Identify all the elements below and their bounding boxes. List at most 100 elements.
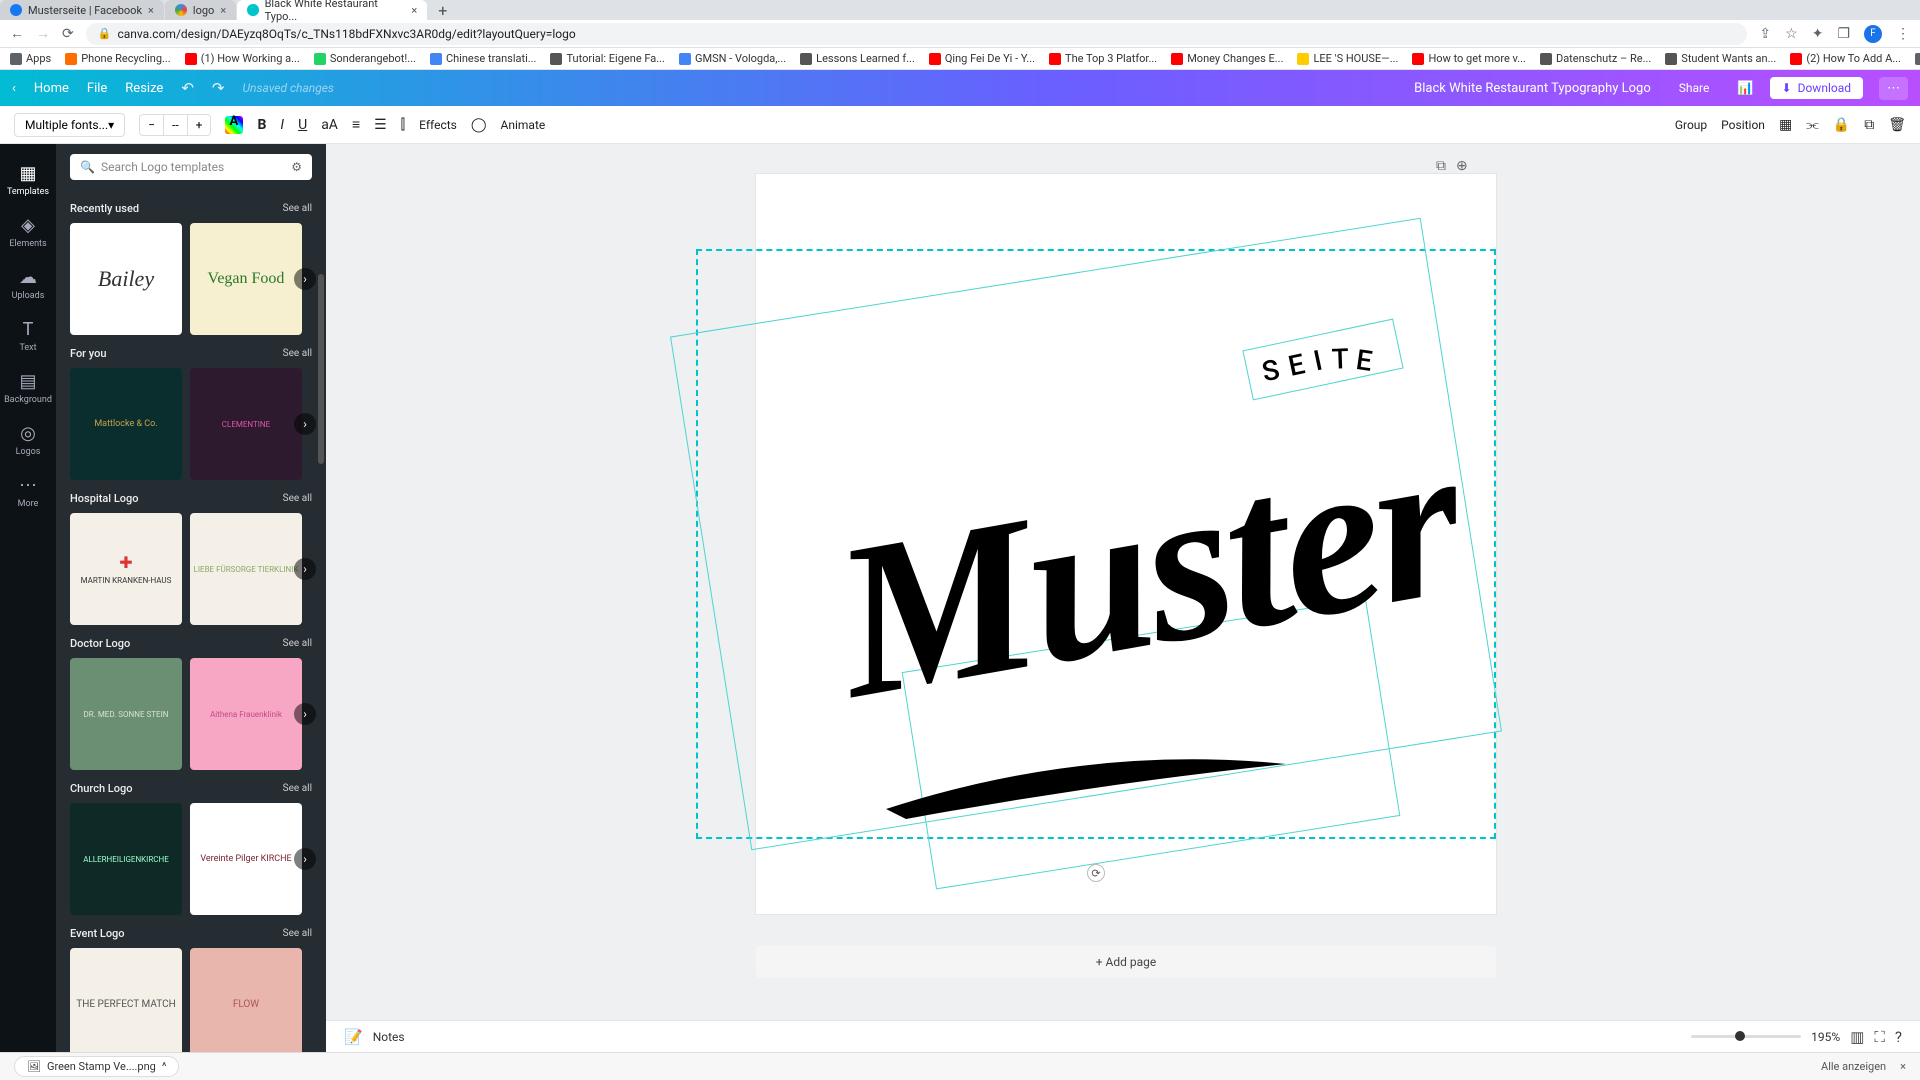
bookmark-item[interactable]: How to get more v...: [1412, 52, 1526, 65]
share-button[interactable]: Share: [1667, 77, 1722, 99]
animate-button[interactable]: Animate: [501, 118, 546, 132]
browser-tab[interactable]: logo ×: [165, 0, 236, 20]
add-page-icon[interactable]: ⊕: [1456, 158, 1468, 174]
new-tab-button[interactable]: +: [428, 1, 457, 20]
font-family-select[interactable]: Multiple fonts... ▾: [14, 113, 125, 137]
template-card[interactable]: Aithena Frauenklinik: [190, 658, 302, 770]
resize-menu[interactable]: Resize: [125, 81, 163, 96]
insights-icon[interactable]: 📊: [1737, 81, 1753, 96]
lock-icon[interactable]: 🔒: [1833, 117, 1850, 133]
group-button[interactable]: Group: [1675, 118, 1707, 132]
bookmark-item[interactable]: Leseliste: [1915, 52, 1920, 65]
notes-icon[interactable]: 📝: [344, 1028, 363, 1046]
alignment-button[interactable]: ≡: [352, 116, 360, 133]
downloaded-file[interactable]: 🖼 Green Stamp Ve....png ^: [14, 1056, 179, 1077]
bookmark-item[interactable]: LEE 'S HOUSE—...: [1297, 52, 1398, 65]
bookmark-item[interactable]: Student Wants an...: [1665, 52, 1776, 65]
effects-button[interactable]: Effects: [419, 118, 457, 132]
chevron-up-icon[interactable]: ^: [162, 1060, 167, 1073]
see-all-link[interactable]: See all: [283, 638, 312, 649]
document-title[interactable]: Black White Restaurant Typography Logo: [1414, 81, 1651, 96]
bookmark-item[interactable]: Chinese translati...: [430, 52, 537, 65]
bold-button[interactable]: B: [257, 117, 266, 133]
template-card[interactable]: Vegan Food: [190, 223, 302, 335]
swoosh-underline[interactable]: [876, 754, 1296, 824]
italic-button[interactable]: I: [280, 117, 284, 133]
file-menu[interactable]: File: [87, 81, 107, 96]
bookmark-item[interactable]: Money Changes E...: [1171, 52, 1283, 65]
bookmark-item[interactable]: Datenschutz – Re...: [1540, 52, 1651, 65]
see-all-link[interactable]: See all: [283, 203, 312, 214]
see-all-link[interactable]: See all: [283, 783, 312, 794]
rail-templates[interactable]: ▦Templates: [0, 154, 56, 206]
bookmark-item[interactable]: Lessons Learned f...: [800, 52, 915, 65]
template-card[interactable]: FLOW: [190, 948, 302, 1052]
scroll-right-icon[interactable]: ›: [294, 703, 316, 725]
zoom-value[interactable]: 195%: [1811, 1030, 1840, 1044]
list-button[interactable]: ☰: [374, 117, 387, 133]
browser-tab-active[interactable]: Black White Restaurant Typo... ×: [237, 0, 427, 20]
filter-icon[interactable]: ⚙: [291, 160, 302, 174]
duplicate-page-icon[interactable]: ⧉: [1436, 158, 1446, 174]
bookmark-item[interactable]: Qing Fei De Yi - Y...: [929, 52, 1035, 65]
close-icon[interactable]: ×: [411, 4, 417, 17]
search-input[interactable]: 🔍 Search Logo templates ⚙: [70, 154, 312, 180]
close-icon[interactable]: ×: [220, 4, 226, 17]
forward-icon[interactable]: →: [36, 25, 50, 42]
home-button[interactable]: Home: [34, 81, 69, 96]
delete-icon[interactable]: 🗑: [1888, 117, 1906, 133]
scroll-right-icon[interactable]: ›: [294, 413, 316, 435]
back-home-icon[interactable]: ‹: [12, 81, 16, 96]
canvas-area[interactable]: ⧉ ⊕ Muster SEITE ⟳ + Add page: [326, 144, 1920, 1052]
profile-avatar[interactable]: F: [1864, 25, 1882, 43]
template-card[interactable]: Vereinte Pilger KIRCHE: [190, 803, 302, 915]
rail-more[interactable]: ⋯More: [0, 466, 56, 518]
template-card[interactable]: LIEBE FÜRSORGE TIERKLINIK: [190, 513, 302, 625]
link-icon[interactable]: ⫘: [1806, 117, 1819, 133]
text-color-button[interactable]: [225, 116, 243, 134]
redo-icon[interactable]: ↷: [212, 79, 225, 97]
font-size-stepper[interactable]: − -- +: [139, 114, 211, 136]
bookmark-item[interactable]: (2) How To Add A...: [1790, 52, 1901, 65]
duplicate-icon[interactable]: ⧉: [1864, 117, 1874, 133]
url-input[interactable]: 🔒 canva.com/design/DAEyzq8OqTs/c_TNs118b…: [86, 23, 1748, 45]
star-icon[interactable]: ☆: [1785, 26, 1798, 42]
slider-thumb[interactable]: [1735, 1031, 1745, 1041]
reload-icon[interactable]: ⟳: [62, 26, 74, 42]
add-page-button[interactable]: + Add page: [756, 946, 1496, 978]
template-card[interactable]: DR. MED. SONNE STEIN: [70, 658, 182, 770]
panel-scrollbar[interactable]: [318, 274, 324, 464]
template-card[interactable]: Mattlocke & Co.: [70, 368, 182, 480]
rail-elements[interactable]: ◈Elements: [0, 206, 56, 258]
see-all-link[interactable]: See all: [283, 493, 312, 504]
rail-uploads[interactable]: ☁Uploads: [0, 258, 56, 310]
zoom-slider[interactable]: [1691, 1035, 1801, 1038]
decrease-size-button[interactable]: −: [140, 115, 164, 135]
rail-text[interactable]: TText: [0, 310, 56, 362]
rail-logos[interactable]: ◎Logos: [0, 414, 56, 466]
page-count-icon[interactable]: ▥: [1850, 1028, 1864, 1046]
more-menu-icon[interactable]: ⋯: [1879, 77, 1908, 100]
scroll-right-icon[interactable]: ›: [294, 558, 316, 580]
see-all-link[interactable]: See all: [283, 928, 312, 939]
bookmark-item[interactable]: Phone Recycling...: [65, 52, 170, 65]
extension-icon[interactable]: ✦: [1812, 26, 1824, 42]
share-icon[interactable]: ⇪: [1759, 26, 1771, 42]
template-card[interactable]: THE PERFECT MATCH: [70, 948, 182, 1052]
bookmark-item[interactable]: Apps: [10, 52, 51, 65]
bookmark-item[interactable]: GMSN - Vologda,...: [679, 52, 786, 65]
template-card[interactable]: Bailey: [70, 223, 182, 335]
scroll-right-icon[interactable]: ›: [294, 268, 316, 290]
bookmark-item[interactable]: Sonderangebot!...: [314, 52, 416, 65]
template-card[interactable]: ✚MARTIN KRANKEN-HAUS: [70, 513, 182, 625]
position-button[interactable]: Position: [1721, 118, 1765, 132]
bookmark-item[interactable]: The Top 3 Platfor...: [1049, 52, 1157, 65]
font-size-value[interactable]: --: [164, 115, 188, 135]
bookmark-item[interactable]: Tutorial: Eigene Fa...: [550, 52, 665, 65]
uppercase-button[interactable]: aA: [321, 117, 338, 133]
kebab-icon[interactable]: ⋮: [1896, 26, 1910, 42]
bookmark-item[interactable]: (1) How Working a...: [185, 52, 300, 65]
template-card[interactable]: CLEMENTINE: [190, 368, 302, 480]
help-icon[interactable]: ?: [1895, 1028, 1902, 1046]
scroll-right-icon[interactable]: ›: [294, 848, 316, 870]
